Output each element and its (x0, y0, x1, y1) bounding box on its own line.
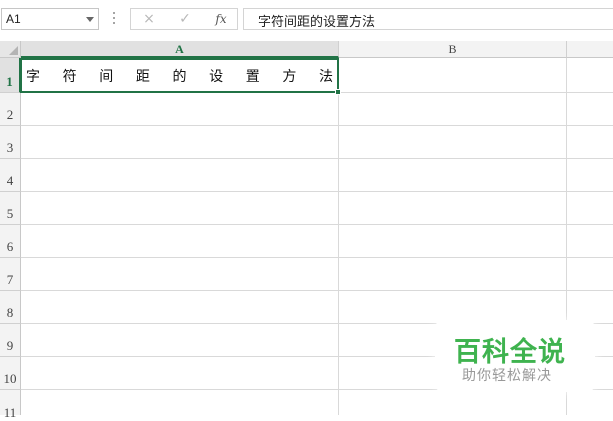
cell-a1[interactable]: 字 符 间 距 的 设 置 方 法 (20, 58, 339, 93)
formula-input[interactable]: 字符间距的设置方法 (243, 8, 613, 30)
fill-handle[interactable] (335, 89, 341, 95)
row-header-7[interactable]: 7 (0, 258, 21, 291)
row-header-1[interactable]: 1 (0, 58, 21, 93)
cancel-icon[interactable]: × (137, 10, 161, 28)
row-header-11[interactable]: 11 (0, 390, 21, 420)
watermark-logo: 百科全说 助你轻松解决 (435, 320, 595, 392)
formula-buttons: × ✓ fx (130, 8, 238, 30)
enter-icon[interactable]: ✓ (173, 10, 197, 28)
row-header-4[interactable]: 4 (0, 159, 21, 192)
select-all-corner[interactable] (0, 41, 21, 58)
name-box[interactable]: A1 (1, 8, 99, 30)
column-header-c[interactable] (567, 41, 613, 58)
row-header-3[interactable]: 3 (0, 126, 21, 159)
name-box-value: A1 (6, 12, 21, 26)
insert-function-icon[interactable]: fx (209, 10, 233, 28)
watermark-title: 百科全说 (454, 337, 566, 368)
formula-bar-area: A1 × ✓ fx 字符间距的设置方法 (0, 0, 613, 37)
row-header-10[interactable]: 10 (0, 357, 21, 390)
formula-content: 字符间距的设置方法 (258, 15, 376, 30)
more-options-icon[interactable] (111, 8, 117, 28)
row-header-5[interactable]: 5 (0, 192, 21, 225)
row-header-2[interactable]: 2 (0, 93, 21, 126)
chevron-down-icon[interactable] (86, 17, 94, 22)
cell-a1-text: 字 符 间 距 的 设 置 方 法 (26, 69, 333, 85)
column-header-b[interactable]: B (339, 41, 567, 58)
row-header-9[interactable]: 9 (0, 324, 21, 357)
watermark-subtitle: 助你轻松解决 (462, 368, 552, 384)
row-header-8[interactable]: 8 (0, 291, 21, 324)
row-header-6[interactable]: 6 (0, 225, 21, 258)
column-header-a[interactable]: A (21, 41, 339, 58)
